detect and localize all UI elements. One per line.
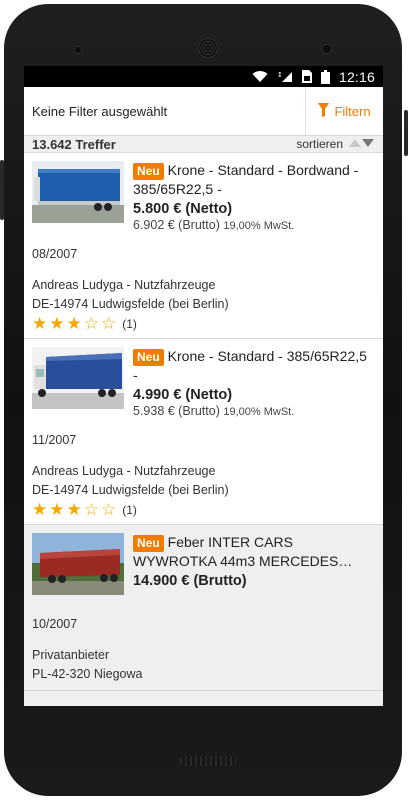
star-empty-icon: ☆ <box>83 314 99 333</box>
result-count: 13.642 Treffer <box>32 136 116 152</box>
new-badge: Neu <box>133 163 164 180</box>
listing-thumbnail <box>32 161 124 223</box>
filter-bar: Keine Filter ausgewählt Filtern <box>24 87 383 136</box>
app-screen: ↕ 12:16 Keine Filter ausgewählt Filtern … <box>24 66 383 706</box>
filter-status-text[interactable]: Keine Filter ausgewählt <box>24 104 305 119</box>
star-full-icon: ★ <box>66 500 82 519</box>
seller-location: DE-14974 Ludwigsfelde (bei Berlin) <box>32 297 229 311</box>
new-badge: Neu <box>133 535 164 552</box>
sort-arrows-icon <box>349 137 375 151</box>
front-camera <box>74 46 82 54</box>
seller-info: Andreas Ludyga - Nutzfahrzeuge DE-14974 … <box>32 276 375 314</box>
star-full-icon: ★ <box>66 314 82 333</box>
star-full-icon: ★ <box>49 500 65 519</box>
bottom-speaker <box>180 756 236 766</box>
star-full-icon: ★ <box>49 314 65 333</box>
filter-button[interactable]: Filtern <box>305 87 383 135</box>
listing-thumbnail <box>32 533 124 595</box>
seller-name: Andreas Ludyga - Nutzfahrzeuge <box>32 464 216 478</box>
listing-item[interactable]: Neu Krone - Standard - 385/65R22,5 - 4.99… <box>24 339 383 525</box>
seller-info: Andreas Ludyga - Nutzfahrzeuge DE-14974 … <box>32 462 375 500</box>
battery-icon <box>320 69 330 84</box>
wifi-icon <box>252 70 268 83</box>
rating-stars: ★ ★ ★ ☆ ☆ (1) <box>32 501 375 518</box>
star-full-icon: ★ <box>32 314 48 333</box>
funnel-icon <box>318 102 330 120</box>
star-empty-icon: ☆ <box>83 500 99 519</box>
status-time: 12:16 <box>338 68 375 85</box>
rating-count: (1) <box>122 316 137 331</box>
seller-location: DE-14974 Ludwigsfelde (bei Berlin) <box>32 483 229 497</box>
seller-name: Privatanbieter <box>32 648 110 662</box>
listing-title: Neu Krone - Standard - 385/65R22,5 - <box>133 348 367 383</box>
star-empty-icon: ☆ <box>101 500 117 519</box>
results-header: 13.642 Treffer sortieren <box>24 136 383 153</box>
sim-icon <box>301 70 312 83</box>
sort-label: sortieren <box>296 137 343 151</box>
power-button <box>404 110 408 156</box>
svg-text:↕: ↕ <box>277 71 283 79</box>
listing-date: 11/2007 <box>32 433 77 447</box>
rating-count: (1) <box>122 502 137 517</box>
status-bar: ↕ 12:16 <box>24 66 383 87</box>
volume-button <box>0 160 4 220</box>
listing-date: 10/2007 <box>32 617 78 631</box>
listing-item[interactable]: Neu Feber INTER CARS WYWROTKA 44m3 MERCED… <box>24 525 383 691</box>
earpiece-speaker <box>198 38 218 58</box>
rating-stars: ★ ★ ★ ☆ ☆ (1) <box>32 315 375 332</box>
price-net: 5.800 € (Netto) <box>133 201 233 217</box>
star-full-icon: ★ <box>32 500 48 519</box>
price-net: 4.990 € (Netto) <box>133 387 233 403</box>
sort-button[interactable]: sortieren <box>296 137 375 151</box>
sensor <box>322 44 332 54</box>
price-gross: 14.900 € (Brutto) <box>133 573 247 589</box>
seller-name: Andreas Ludyga - Nutzfahrzeuge <box>32 278 216 292</box>
star-empty-icon: ☆ <box>101 314 117 333</box>
signal-icon: ↕ <box>277 70 293 83</box>
listing-title: Neu Krone - Standard - Bordwand - 385/65R… <box>133 162 359 197</box>
price-gross: 6.902 € (Brutto) 19,00% MwSt. <box>133 218 295 232</box>
price-gross: 5.938 € (Brutto) 19,00% MwSt. <box>133 404 295 418</box>
seller-info: Privatanbieter PL-42-320 Niegowa <box>32 646 375 684</box>
listing-thumbnail <box>32 347 124 409</box>
listing-title: Neu Feber INTER CARS WYWROTKA 44m3 MERCED… <box>133 534 353 569</box>
seller-location: PL-42-320 Niegowa <box>32 667 143 681</box>
listing-date: 08/2007 <box>32 247 78 261</box>
filter-button-label: Filtern <box>334 103 371 119</box>
new-badge: Neu <box>133 349 164 366</box>
listing-item[interactable]: Neu Krone - Standard - Bordwand - 385/65R… <box>24 153 383 339</box>
